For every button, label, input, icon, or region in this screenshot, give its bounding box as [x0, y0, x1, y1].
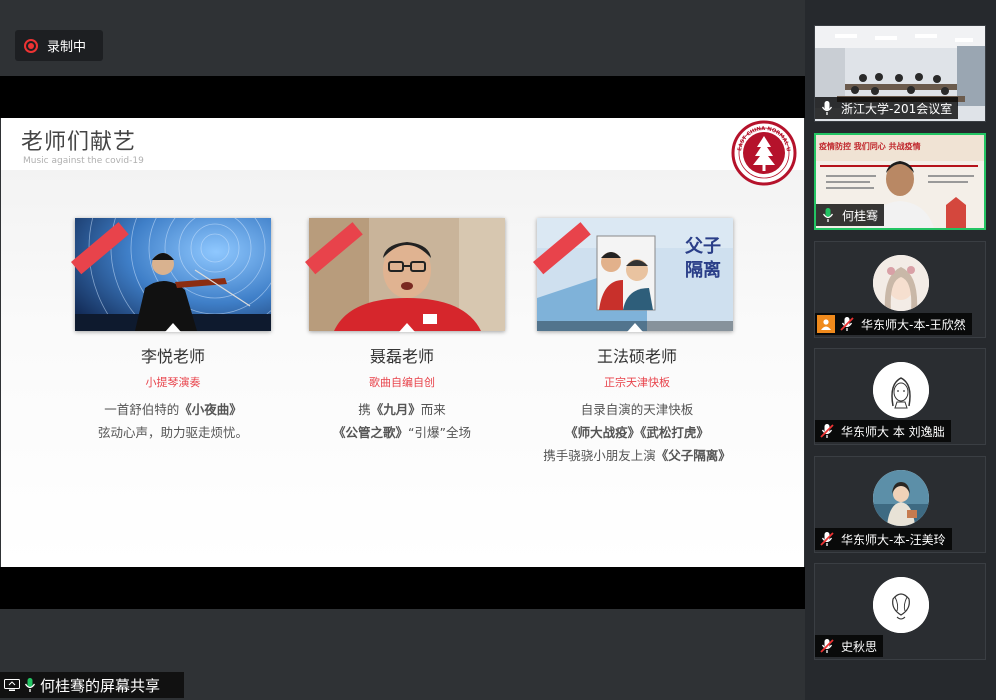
participant-name-tag: 何桂骞 — [816, 204, 885, 226]
avatar — [873, 255, 929, 311]
teacher-role: 正宗天津快板 — [604, 376, 670, 389]
avatar — [873, 362, 929, 418]
description-line: 弦动心声，助力驱走烦忧。 — [53, 421, 293, 444]
description-text: 携 — [358, 402, 371, 417]
university-seal-logo: EAST CHINA NORMAL UNIVERSITY — [731, 120, 797, 186]
participant-name: 华东师大-本-王欣然 — [861, 317, 966, 332]
teacher-role: 歌曲自编自创 — [369, 376, 435, 389]
participant-tile-active[interactable]: 疫情防控 我们同心 共战疫情 何桂骞 — [814, 133, 986, 230]
participant-tile[interactable]: 华东师大-本-王欣然 — [814, 241, 986, 338]
microphone-muted-icon — [820, 532, 834, 546]
participant-name-tag: 华东师大-本-王欣然 — [815, 313, 972, 335]
description-line: 一首舒伯特的《小夜曲》 — [53, 398, 293, 421]
teacher-name: 李悦老师 — [140, 347, 205, 366]
description-highlight: 《父子隔离》 — [655, 448, 731, 463]
microphone-icon — [24, 678, 36, 692]
participant-name: 华东师大 本 刘逸朏 — [841, 424, 945, 439]
teacher-description: 携《九月》而来 《公管之歌》“引爆”全场 — [282, 398, 522, 444]
teacher-description: 一首舒伯特的《小夜曲》弦动心声，助力驱走烦忧。 — [53, 398, 293, 444]
participant-name: 华东师大-本-汪美玲 — [841, 532, 946, 547]
background-banner-text: 疫情防控 我们同心 共战疫情 — [819, 141, 921, 151]
recording-indicator[interactable]: 录制中 — [15, 30, 103, 61]
description-text: 自录自演的天津快板 — [580, 402, 694, 417]
description-highlight: 《师大战疫》《武松打虎》 — [565, 425, 709, 440]
screen-share-indicator[interactable]: 何桂骞的屏幕共享 — [0, 672, 184, 698]
participant-tile[interactable]: 浙江大学-201会议室 — [814, 25, 986, 122]
description-line: 携《九月》而来 — [282, 398, 522, 421]
description-line: 自录自演的天津快板 — [511, 398, 763, 421]
host-icon — [817, 315, 835, 333]
teacher-card-photo: 父子 隔离 — [533, 218, 733, 332]
main-stage: 录制中 老师们献艺 Music against the covid-19 EAS… — [0, 0, 805, 700]
record-icon — [24, 38, 38, 53]
poster-title-bottom: 隔离 — [685, 259, 721, 281]
participant-name-tag: 史秋思 — [815, 635, 884, 657]
microphone-muted-icon — [840, 317, 854, 331]
description-line: 携手骁骁小朋友上演《父子隔离》 — [511, 444, 763, 467]
teacher-role: 小提琴演奏 — [145, 376, 201, 389]
description-highlight: 《小夜曲》 — [179, 402, 242, 417]
participant-tile[interactable]: 华东师大-本-汪美玲 — [814, 456, 986, 553]
description-text: “引爆”全场 — [408, 425, 471, 440]
description-highlight: 《公管之歌》 — [333, 425, 409, 440]
teacher-card-photo — [71, 218, 271, 332]
avatar — [873, 470, 929, 526]
participant-name: 何桂骞 — [842, 208, 879, 223]
screen-share-label: 何桂骞的屏幕共享 — [40, 676, 161, 695]
teacher-card-photo — [305, 218, 505, 332]
microphone-muted-icon — [820, 424, 834, 438]
teacher-name: 王法硕老师 — [596, 347, 677, 366]
avatar — [873, 577, 929, 633]
description-text: 而来 — [420, 402, 446, 417]
participant-name: 浙江大学-201会议室 — [841, 101, 953, 116]
microphone-icon — [821, 101, 833, 115]
participant-name: 史秋思 — [841, 639, 878, 654]
microphone-icon — [822, 208, 834, 222]
description-line: 《师大战疫》《武松打虎》 — [511, 421, 763, 444]
participant-sidebar: 浙江大学-201会议室 疫情防控 我们同心 共战疫情 何桂骞 华东师大-本-王欣… — [805, 0, 996, 700]
poster-title-top: 父子 — [685, 236, 721, 257]
description-text: 携手骁骁小朋友上演 — [543, 448, 656, 463]
description-text: 一首舒伯特的 — [104, 402, 180, 417]
description-line: 《公管之歌》“引爆”全场 — [282, 421, 522, 444]
shared-slide: 老师们献艺 Music against the covid-19 EAST CH… — [1, 118, 804, 567]
participant-tile[interactable]: 华东师大 本 刘逸朏 — [814, 348, 986, 445]
description-text: 弦动心声，助力驱走烦忧。 — [97, 425, 248, 440]
teacher-name: 聂磊老师 — [369, 347, 434, 366]
slide-subtitle: Music against the covid-19 — [23, 156, 144, 166]
participant-tile[interactable]: 史秋思 — [814, 563, 986, 660]
participant-name-tag: 华东师大-本-汪美玲 — [815, 528, 952, 550]
teacher-description: 自录自演的天津快板 《师大战疫》《武松打虎》携手骁骁小朋友上演《父子隔离》 — [511, 398, 763, 467]
screen-share-icon — [4, 679, 20, 691]
slide-title: 老师们献艺 — [21, 130, 137, 155]
participant-name-tag: 华东师大 本 刘逸朏 — [815, 420, 951, 442]
letterbox-top — [0, 76, 805, 118]
recording-label: 录制中 — [47, 40, 87, 55]
description-highlight: 《九月》 — [370, 402, 421, 417]
participant-name-tag: 浙江大学-201会议室 — [815, 97, 959, 119]
letterbox-bottom — [0, 567, 805, 609]
microphone-muted-icon — [820, 639, 834, 653]
